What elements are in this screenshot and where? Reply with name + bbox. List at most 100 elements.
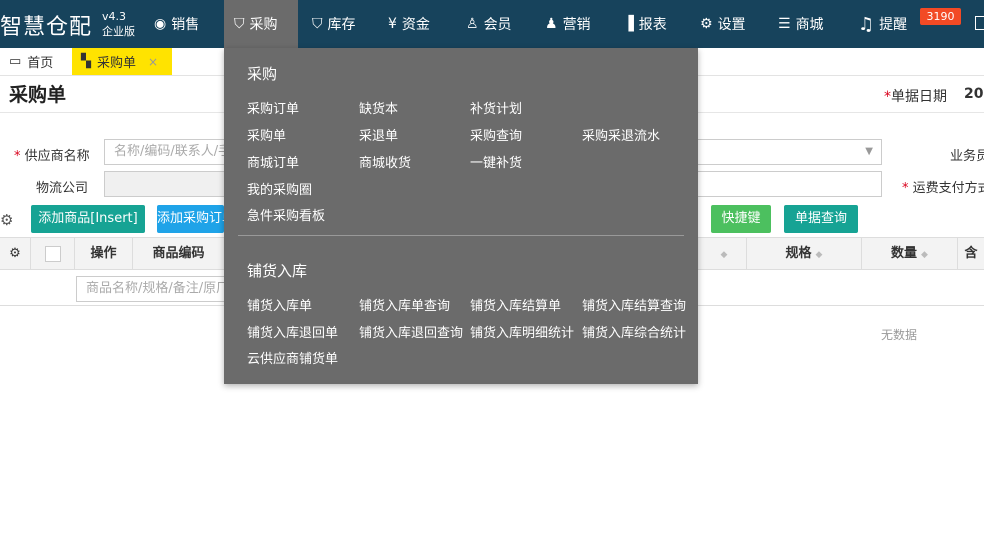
column-header-quantity[interactable]: 数量 ◆ [861, 238, 957, 269]
column-header-include: 含 [957, 238, 984, 269]
nav-reminder[interactable]: ♫ 提醒 [858, 0, 928, 48]
freight-label-text: 运费支付方式 [912, 181, 984, 196]
edition-label: 企业版 [102, 25, 135, 38]
column-header-label: 数量 [891, 246, 918, 261]
required-mark: * [14, 149, 21, 164]
logistics-label: 物流公司 [36, 181, 89, 196]
doc-date-label: *单据日期 [884, 86, 947, 106]
nav-label: 提醒 [879, 17, 908, 33]
menu-item[interactable]: 一键补货 [470, 152, 522, 171]
nav-marketing[interactable]: ♟ 营销 [545, 0, 615, 48]
nav-inventory[interactable]: ⛉ 库存 [312, 0, 382, 48]
tab-label: 采购单 [97, 56, 137, 71]
column-header-action: 操作 [74, 238, 132, 269]
nav-label: 采购 [249, 17, 278, 33]
menu-item[interactable]: 采退单 [359, 125, 398, 144]
menu-item[interactable]: 采购采退流水 [582, 125, 660, 144]
nav-purchase[interactable]: ⛉ 采购 [224, 0, 298, 48]
reminder-count-badge: 3190 [920, 8, 961, 25]
menu-item[interactable]: 铺货入库退回单 [247, 322, 338, 341]
purchase-icon: ⛉ [234, 16, 245, 32]
gear-icon[interactable]: ⚙ [0, 211, 13, 229]
empty-state-text: 无数据 [881, 328, 918, 342]
logistics-input[interactable] [104, 171, 234, 197]
menu-section-title: 铺货入库 [247, 262, 308, 280]
logistics-input-right[interactable] [690, 171, 882, 197]
yen-icon: ¥ [388, 16, 397, 32]
tab-purchase-order[interactable]: ▚ 采购单 × [72, 48, 172, 75]
supplier-label-text: 供应商名称 [24, 149, 90, 164]
menu-section-title: 采购 [247, 65, 278, 83]
nav-label: 销售 [171, 17, 200, 33]
select-all-cell [30, 238, 74, 269]
add-purchase-order-button[interactable]: 添加采购订单 [157, 205, 224, 233]
menu-item[interactable]: 铺货入库结算单 [470, 295, 561, 314]
supplier-dropdown[interactable]: ▼ [690, 139, 882, 165]
nav-mall[interactable]: ☰ 商城 [778, 0, 848, 48]
app-version: v4.3 企业版 [102, 9, 135, 39]
doc-query-button[interactable]: 单据查询 [784, 205, 858, 233]
tab-home[interactable]: ▭ 首页 [0, 48, 72, 75]
nav-sales[interactable]: ◉ 销售 [154, 0, 224, 48]
menu-item[interactable]: 铺货入库退回查询 [359, 322, 463, 341]
menu-item[interactable]: 采购订单 [247, 98, 299, 117]
column-header-spec[interactable]: 规格 ◆ [746, 238, 861, 269]
marketing-icon: ♟ [545, 16, 558, 32]
grid-icon: ▚ [81, 54, 91, 69]
menu-item[interactable]: 铺货入库明细统计 [470, 322, 574, 341]
nav-label: 库存 [327, 17, 356, 33]
nav-report[interactable]: ▐ 报表 [623, 0, 693, 48]
nav-funds[interactable]: ¥ 资金 [388, 0, 458, 48]
menu-item[interactable]: 铺货入库单 [247, 295, 312, 314]
chevron-down-icon: ▼ [865, 146, 873, 157]
nav-settings[interactable]: ⚙ 设置 [700, 0, 770, 48]
inventory-icon: ⛉ [312, 16, 323, 32]
shortcut-button[interactable]: 快捷键 [711, 205, 771, 233]
menu-divider [238, 235, 684, 236]
menu-item[interactable]: 采购单 [247, 125, 286, 144]
settings-icon: ⚙ [700, 16, 713, 32]
required-mark: * [884, 89, 891, 105]
sort-cell: ◆ [698, 238, 746, 269]
app-logo: 智慧仓配 [0, 15, 93, 40]
menu-item[interactable]: 铺货入库结算查询 [582, 295, 686, 314]
menu-item[interactable]: 铺货入库单查询 [359, 295, 450, 314]
nav-label: 设置 [717, 17, 746, 33]
close-icon[interactable]: × [148, 55, 158, 69]
more-icon[interactable] [975, 16, 984, 30]
required-mark: * [902, 181, 909, 196]
select-all-checkbox[interactable] [44, 245, 61, 262]
freight-label: * 运费支付方式 [902, 177, 984, 196]
salesperson-label: 业务员 [950, 149, 984, 164]
sales-icon: ◉ [154, 16, 167, 32]
nav-member[interactable]: ♙ 会员 [466, 0, 536, 48]
sort-icon: ◆ [921, 250, 928, 260]
menu-item[interactable]: 急件采购看板 [247, 205, 325, 224]
mall-icon: ☰ [778, 16, 791, 32]
tab-label: 首页 [27, 56, 54, 71]
menu-item[interactable]: 铺货入库综合统计 [582, 322, 686, 341]
nav-label: 营销 [562, 17, 591, 33]
supplier-input[interactable]: 名称/编码/联系人/手 [104, 139, 234, 165]
menu-item[interactable]: 商城订单 [247, 152, 299, 171]
page-title: 采购单 [9, 84, 67, 106]
add-goods-button[interactable]: 添加商品[Insert] [31, 205, 145, 233]
menu-item[interactable]: 云供应商铺货单 [247, 348, 338, 367]
sort-icon: ◆ [815, 250, 823, 260]
product-filter-input[interactable]: 商品名称/规格/备注/原厂 [76, 276, 226, 302]
doc-date-text: 单据日期 [891, 89, 947, 105]
column-settings-icon[interactable]: ⚙ [0, 238, 30, 269]
menu-item[interactable]: 我的采购圈 [247, 179, 312, 198]
bell-icon: ♫ [858, 13, 875, 35]
version-number: v4.3 [102, 10, 127, 23]
menu-item[interactable]: 采购查询 [470, 125, 522, 144]
sort-icon[interactable]: ◆ [721, 250, 728, 260]
purchase-dropdown-menu: 采购 采购订单 缺货本 补货计划 采购单 采退单 采购查询 采购采退流水 商城订… [224, 48, 698, 384]
supplier-label: * 供应商名称 [14, 145, 90, 164]
doc-date-value[interactable]: 202 [964, 86, 984, 102]
monitor-icon: ▭ [9, 54, 22, 69]
menu-item[interactable]: 商城收货 [359, 152, 411, 171]
member-icon: ♙ [466, 16, 479, 32]
menu-item[interactable]: 补货计划 [470, 98, 522, 117]
menu-item[interactable]: 缺货本 [359, 98, 398, 117]
